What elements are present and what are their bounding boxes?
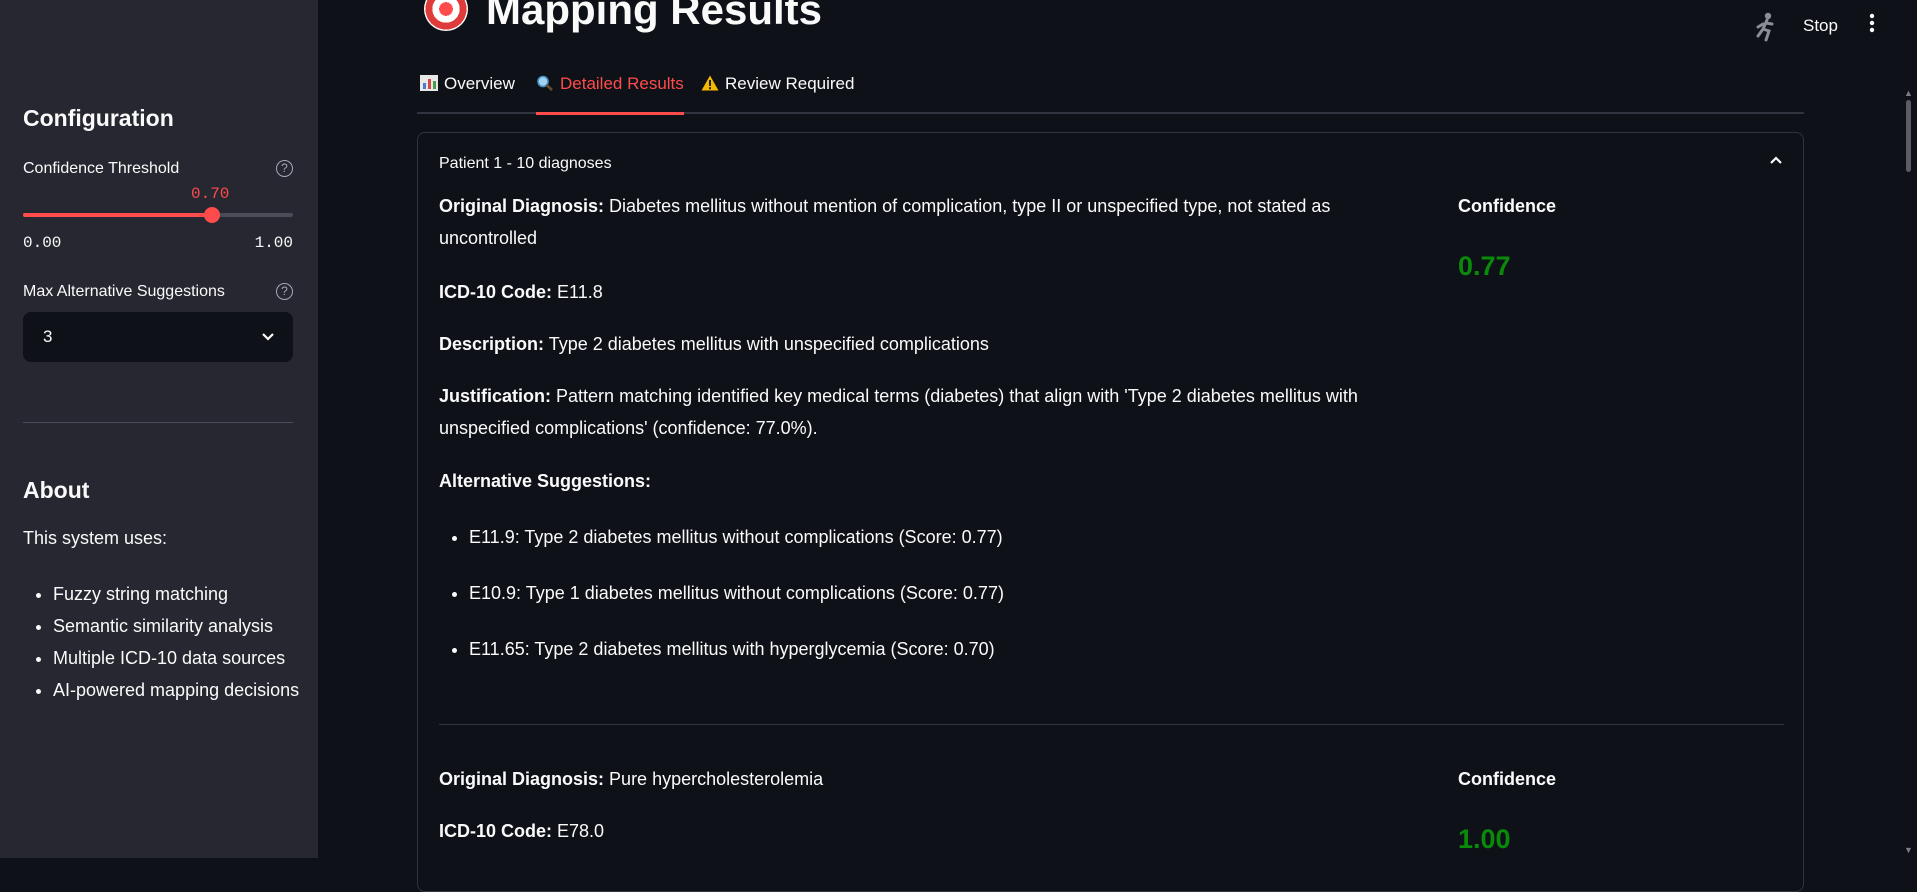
warning-icon [701,75,719,91]
field-value: E11.8 [557,282,603,302]
patient-expander: Patient 1 - 10 diagnoses Original Diagno… [417,132,1804,892]
confidence-label: Confidence [1458,196,1557,216]
menu-dots-icon[interactable] [1868,12,1876,38]
slider-value: 0.70 [191,185,230,203]
target-icon [424,0,468,31]
tab-overview[interactable]: Overview [420,74,515,112]
field-label: Justification: [439,386,552,406]
running-man-icon [1753,12,1779,49]
list-item: E11.9: Type 2 diabetes mellitus without … [469,521,1004,577]
select-value: 3 [43,327,53,346]
original-diagnosis: Original Diagnosis: Diabetes mellitus wi… [439,190,1399,254]
list-item: E10.9: Type 1 diabetes mellitus without … [469,577,1004,633]
about-title: About [23,477,90,503]
list-item: Multiple ICD-10 data sources [53,642,313,674]
page-title-text: Mapping Results [486,0,823,33]
confidence-threshold-label: Confidence Threshold [23,160,180,177]
tab-label: Overview [444,74,515,93]
original-diagnosis: Original Diagnosis: Pure hypercholestero… [439,763,1399,795]
field-label: ICD-10 Code: [439,821,553,841]
field-label: Original Diagnosis: [439,196,605,216]
slider-min-label: 0.00 [23,234,62,252]
field-value: Type 2 diabetes mellitus with unspecifie… [548,334,989,354]
icd-code: ICD-10 Code: E11.8 [439,276,1399,308]
chevron-down-icon [261,312,275,382]
list-item: AI-powered mapping decisions [53,674,313,706]
bar-chart-icon [420,75,438,91]
expander-header[interactable]: Patient 1 - 10 diagnoses [439,155,612,173]
result-divider [439,724,1784,725]
field-label: ICD-10 Code: [439,282,553,302]
tab-bar: Overview Detailed Results Review Require… [417,70,1804,115]
about-text: This system uses: [23,528,168,548]
icd-code: ICD-10 Code: E78.0 [439,815,1399,847]
justification: Justification: Pattern matching identifi… [439,380,1399,444]
slider-max-label: 1.00 [254,234,293,252]
slider-handle[interactable] [204,207,220,223]
page-title: Mapping Results [424,0,822,35]
confidence-value: 0.77 [1458,251,1511,281]
confidence-value: 1.00 [1458,824,1511,854]
description: Description: Type 2 diabetes mellitus wi… [439,328,1399,360]
alternatives-heading: Alternative Suggestions: [439,465,1399,497]
confidence-slider[interactable] [23,207,293,223]
tab-label: Detailed Results [560,74,684,93]
stop-button[interactable]: Stop [1803,16,1838,36]
config-title: Configuration [23,105,174,131]
max-alt-select[interactable]: 3 [23,312,293,362]
list-item: Semantic similarity analysis [53,610,313,642]
field-label: Original Diagnosis: [439,769,605,789]
confidence-label: Confidence [1458,769,1557,789]
magnifier-icon [536,75,554,91]
field-label: Alternative Suggestions: [439,471,652,491]
max-alt-label: Max Alternative Suggestions [23,283,225,300]
tab-detailed-results[interactable]: Detailed Results [536,74,684,115]
sidebar: Configuration Confidence Threshold ? 0.7… [0,0,318,858]
field-value: Pure hypercholesterolemia [609,769,824,789]
sidebar-divider [23,422,293,423]
chevron-up-icon[interactable] [1769,151,1783,172]
list-item: Fuzzy string matching [53,578,313,610]
field-value: E78.0 [557,821,605,841]
scrollbar-thumb[interactable] [1906,100,1911,172]
about-list: Fuzzy string matching Semantic similarit… [23,578,313,706]
tab-review-required[interactable]: Review Required [701,74,854,112]
tab-label: Review Required [725,74,855,93]
slider-fill [23,213,212,217]
help-icon[interactable]: ? [276,160,293,177]
help-icon[interactable]: ? [276,283,293,300]
field-value: Pattern matching identified key medical … [439,386,1358,438]
scroll-down-icon[interactable]: ▼ [1904,845,1913,855]
alternatives-list: E11.9: Type 2 diabetes mellitus without … [439,521,1004,689]
field-label: Description: [439,334,545,354]
list-item: E11.65: Type 2 diabetes mellitus with hy… [469,633,1004,689]
scroll-up-icon[interactable]: ▲ [1904,88,1913,98]
